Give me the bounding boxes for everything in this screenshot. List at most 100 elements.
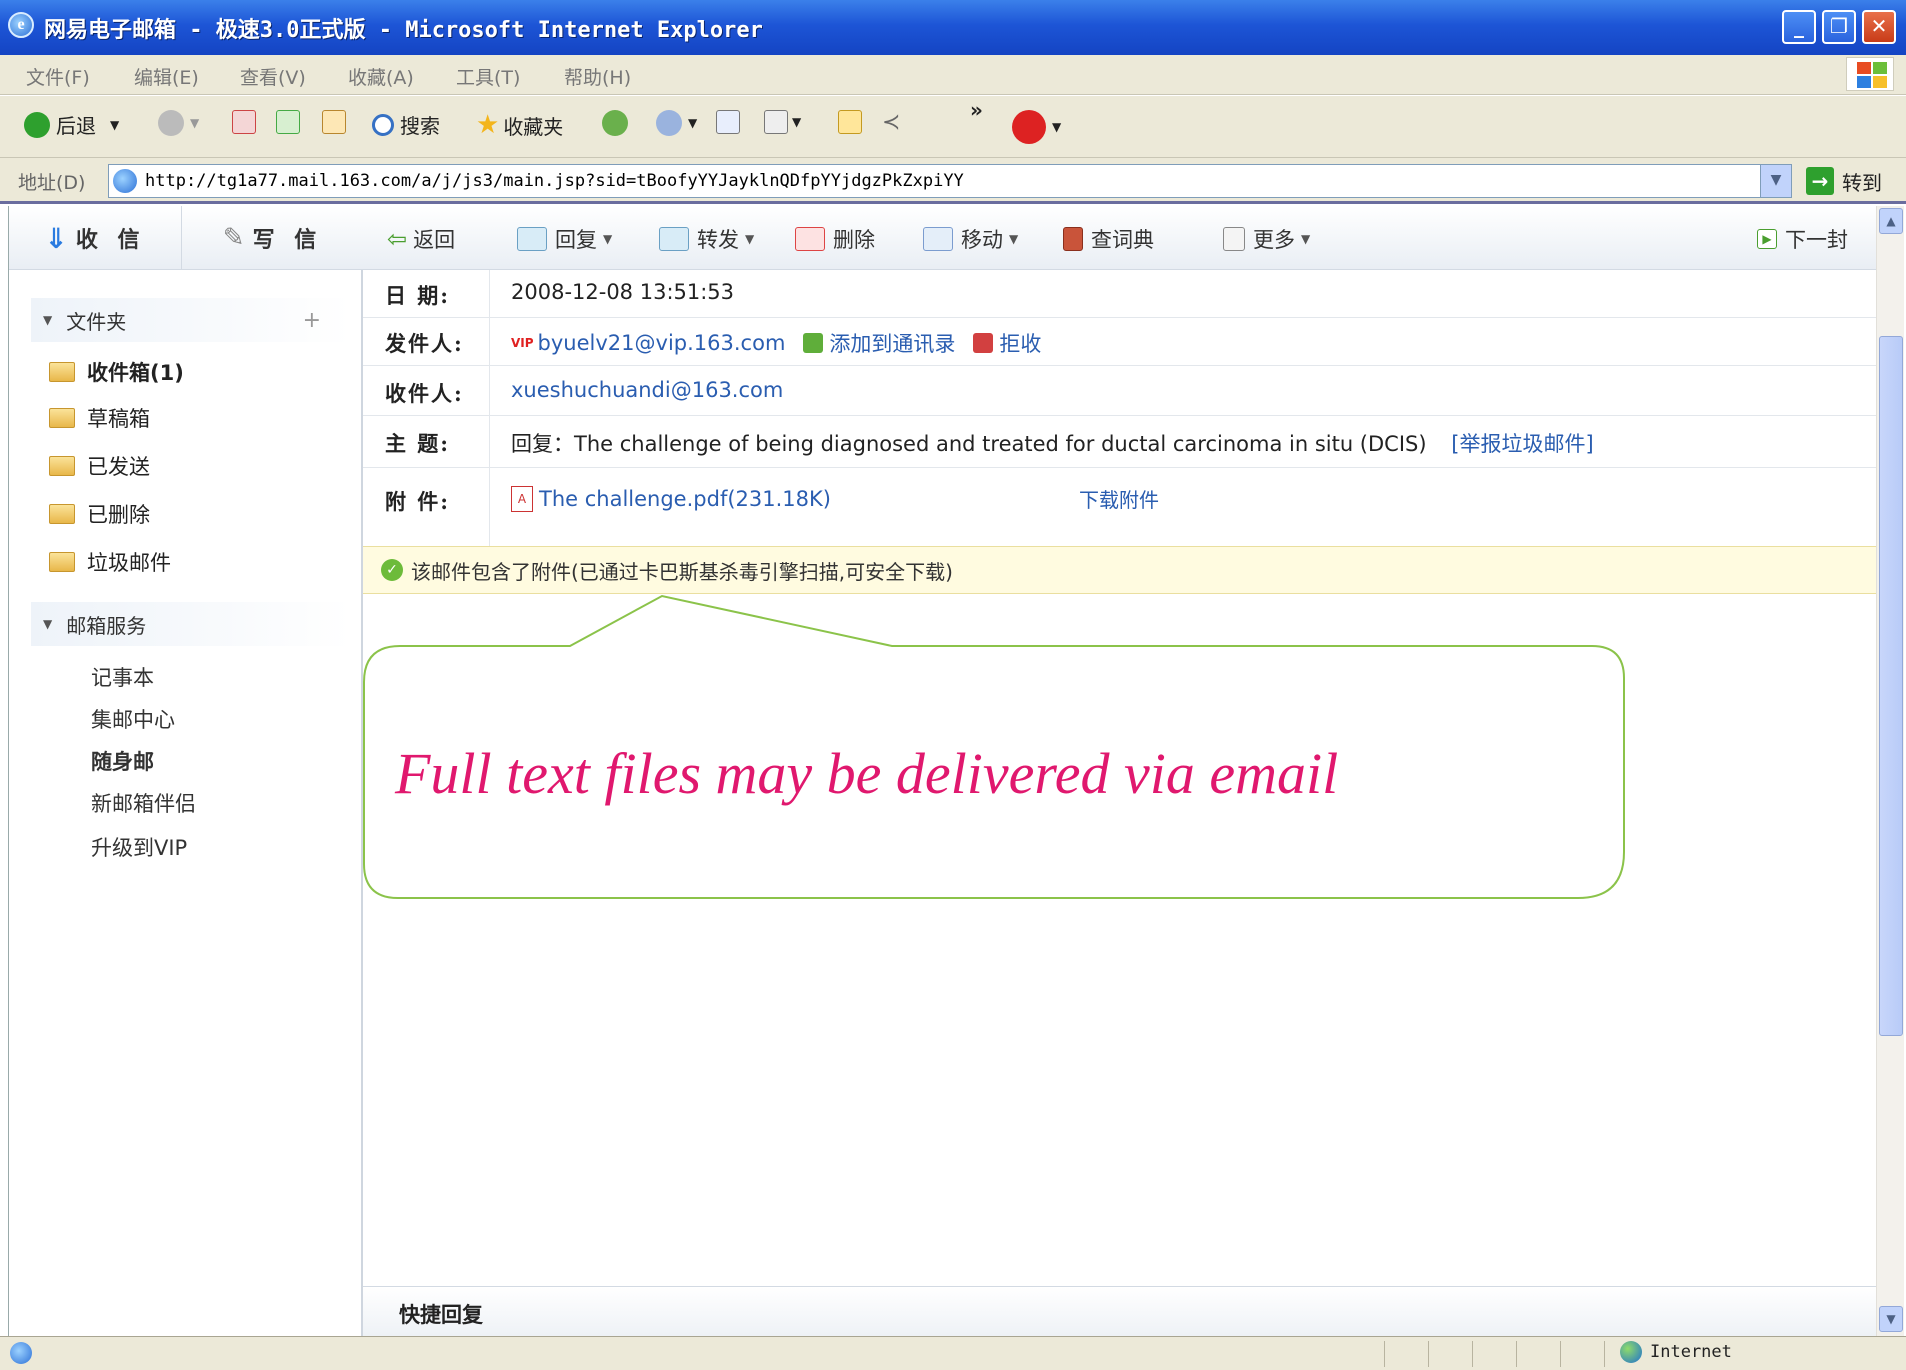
services-section-header[interactable]: ▼ 邮箱服务 <box>31 602 351 646</box>
reply-label: 回复 <box>555 228 597 252</box>
address-dropdown-button[interactable]: ▼ <box>1760 164 1792 198</box>
receive-label: 收 信 <box>75 228 146 253</box>
add-contact-icon <box>803 333 824 353</box>
forward-button[interactable]: ▼ <box>158 110 199 136</box>
restore-button[interactable]: ❐ <box>1822 10 1856 44</box>
menu-tools[interactable]: 工具(T) <box>456 63 520 90</box>
quick-reply-bar[interactable]: 快捷回复 <box>363 1286 1877 1336</box>
sidebar-item-sent[interactable]: 已发送 <box>49 446 150 486</box>
mail-icon[interactable] <box>716 110 744 134</box>
sidebar-item-spam[interactable]: 垃圾邮件 <box>49 542 171 582</box>
recipient-email-link[interactable]: xueshuchuandi@163.com <box>511 378 783 402</box>
sidebar-item-drafts[interactable]: 草稿箱 <box>49 398 150 438</box>
dictionary-button[interactable]: 查词典 <box>1063 224 1154 254</box>
vertical-scrollbar[interactable]: ▲ ▼ <box>1876 206 1904 1336</box>
reply-icon <box>517 227 547 251</box>
chevron-down-icon: ▼ <box>603 232 613 246</box>
status-bar: Internet <box>0 1336 1906 1370</box>
page-icon <box>113 169 137 193</box>
delete-button[interactable]: 删除 <box>795 224 875 254</box>
favorites-label: 收藏夹 <box>503 114 564 139</box>
chevron-down-icon: ▼ <box>1301 232 1311 246</box>
title-bar: e 网易电子邮箱 - 极速3.0正式版 - Microsoft Internet… <box>0 0 1906 55</box>
compose-label: 写 信 <box>252 228 323 253</box>
home-icon[interactable] <box>322 110 350 134</box>
back-button[interactable]: 后退 ▼ <box>24 110 119 139</box>
go-button[interactable]: → 转到 <box>1806 166 1882 196</box>
sidebar-item-label: 已发送 <box>87 455 150 479</box>
go-arrow-icon: → <box>1806 167 1834 195</box>
service-stamps[interactable]: 集邮中心 <box>91 704 175 734</box>
from-value-group: VIP byuelv21@vip.163.com 添加到通讯录 拒收 <box>511 328 1041 358</box>
more-label: 更多 <box>1253 228 1295 252</box>
inbox-download-icon: ⇓ <box>44 221 68 255</box>
address-label: 地址(D) <box>18 172 86 194</box>
toolbar-overflow-button[interactable]: » <box>970 98 983 122</box>
next-arrow-icon: ▶ <box>1757 229 1777 249</box>
from-row: 发件人: VIP byuelv21@vip.163.com 添加到通讯录 拒收 <box>363 318 1877 366</box>
move-label: 移动 <box>961 228 1003 252</box>
service-mobile-mail[interactable]: 随身邮 <box>91 746 154 776</box>
edit-icon[interactable] <box>838 110 866 134</box>
history-icon[interactable]: ▼ <box>656 110 697 136</box>
ie-icon: e <box>8 12 34 38</box>
refresh-icon[interactable] <box>276 110 304 134</box>
service-upgrade-vip[interactable]: 升级到VIP <box>91 832 187 862</box>
search-button[interactable]: 搜索 <box>372 110 440 139</box>
back-to-list-button[interactable]: ⇦ 返回 <box>387 224 455 254</box>
dictionary-label: 查词典 <box>1091 228 1154 252</box>
acrobat-icon[interactable]: ▼ <box>1012 110 1061 144</box>
menu-file[interactable]: 文件(F) <box>26 63 90 90</box>
scroll-up-button[interactable]: ▲ <box>1879 208 1903 234</box>
folders-section-header[interactable]: ▼ 文件夹 + <box>31 298 351 342</box>
address-input[interactable]: http://tg1a77.mail.163.com/a/j/js3/main.… <box>108 164 1768 198</box>
reject-link[interactable]: 拒收 <box>999 328 1041 358</box>
scroll-thumb[interactable] <box>1879 336 1903 1036</box>
date-row: 日 期: 2008-12-08 13:51:53 <box>363 270 1877 318</box>
sidebar: ⇓ 收 信 ✎ 写 信 ▼ 文件夹 + 收件箱(1) 草稿箱 已发送 已删除 垃… <box>9 206 363 1336</box>
messenger-icon[interactable]: ≺ <box>882 110 900 135</box>
sidebar-actions: ⇓ 收 信 ✎ 写 信 <box>9 206 363 270</box>
stop-icon[interactable] <box>232 110 260 134</box>
sidebar-item-inbox[interactable]: 收件箱(1) <box>49 352 184 392</box>
sidebar-item-label: 垃圾邮件 <box>87 551 171 575</box>
media-icon[interactable] <box>602 110 634 136</box>
drafts-folder-icon <box>49 408 75 428</box>
address-bar: 地址(D) http://tg1a77.mail.163.com/a/j/js3… <box>0 158 1906 204</box>
subject-label: 主 题: <box>385 431 451 456</box>
forward-icon <box>659 227 689 251</box>
more-button[interactable]: 更多 ▼ <box>1223 224 1310 254</box>
receive-button[interactable]: ⇓ 收 信 <box>9 206 181 270</box>
page-status-icon <box>10 1342 32 1364</box>
sidebar-item-deleted[interactable]: 已删除 <box>49 494 150 534</box>
menu-help[interactable]: 帮助(H) <box>564 63 631 90</box>
add-folder-button[interactable]: + <box>303 308 321 333</box>
menu-favorites[interactable]: 收藏(A) <box>348 63 414 90</box>
date-value: 2008-12-08 13:51:53 <box>511 280 735 304</box>
move-button[interactable]: 移动 ▼ <box>923 224 1018 254</box>
service-mail-assistant[interactable]: 新邮箱伴侣 <box>91 788 196 818</box>
download-attachment-link[interactable]: 下载附件 <box>1079 484 1159 513</box>
attachment-label: 附 件: <box>385 489 451 514</box>
reply-button[interactable]: 回复 ▼ <box>517 224 612 254</box>
sender-email-link[interactable]: byuelv21@vip.163.com <box>538 331 786 355</box>
close-button[interactable]: ✕ <box>1862 10 1896 44</box>
favorites-button[interactable]: ★ 收藏夹 <box>476 110 563 140</box>
search-label: 搜索 <box>400 114 440 138</box>
forward-button[interactable]: 转发 ▼ <box>659 224 754 254</box>
add-contact-link[interactable]: 添加到通讯录 <box>829 328 955 358</box>
attachment-file-link[interactable]: The challenge.pdf(231.18K) <box>539 487 831 511</box>
menu-edit[interactable]: 编辑(E) <box>134 63 199 90</box>
subject-row: 主 题: 回复：The challenge of being diagnosed… <box>363 416 1877 468</box>
compose-button[interactable]: ✎ 写 信 <box>181 206 363 270</box>
next-message-button[interactable]: ▶ 下一封 <box>1757 224 1848 254</box>
service-notepad[interactable]: 记事本 <box>91 662 154 692</box>
print-icon[interactable]: ▼ <box>764 110 801 134</box>
menu-view[interactable]: 查看(V) <box>240 63 306 90</box>
go-label: 转到 <box>1842 170 1882 195</box>
scroll-down-button[interactable]: ▼ <box>1879 1306 1903 1332</box>
globe-icon <box>1620 1341 1642 1363</box>
report-spam-link[interactable]: [举报垃圾邮件] <box>1451 432 1593 456</box>
quick-reply-label: 快捷回复 <box>399 1303 483 1327</box>
minimize-button[interactable]: _ <box>1782 10 1816 44</box>
